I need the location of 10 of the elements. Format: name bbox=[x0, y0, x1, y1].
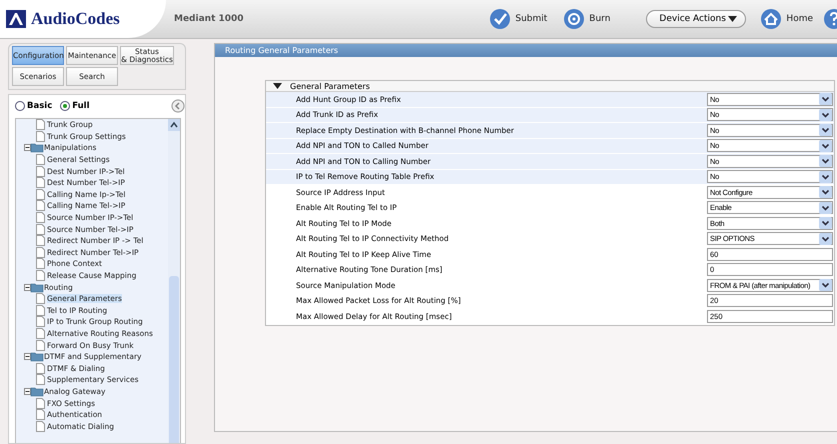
view-mode-radio[interactable]: Basic bbox=[15, 101, 52, 111]
product-name: Mediant 1000 bbox=[174, 14, 244, 24]
device-actions-dropdown[interactable]: Device Actions bbox=[646, 10, 746, 28]
view-mode-radio[interactable]: Full bbox=[60, 101, 90, 111]
submit-button[interactable]: Submit bbox=[483, 8, 554, 30]
page-title: Routing General Parameters bbox=[215, 44, 837, 57]
section-title: General Parameters bbox=[290, 82, 370, 90]
logo-text: AudioCodes bbox=[31, 9, 120, 29]
home-button[interactable]: Home bbox=[754, 8, 819, 30]
burn-button[interactable]: Burn bbox=[557, 8, 616, 30]
